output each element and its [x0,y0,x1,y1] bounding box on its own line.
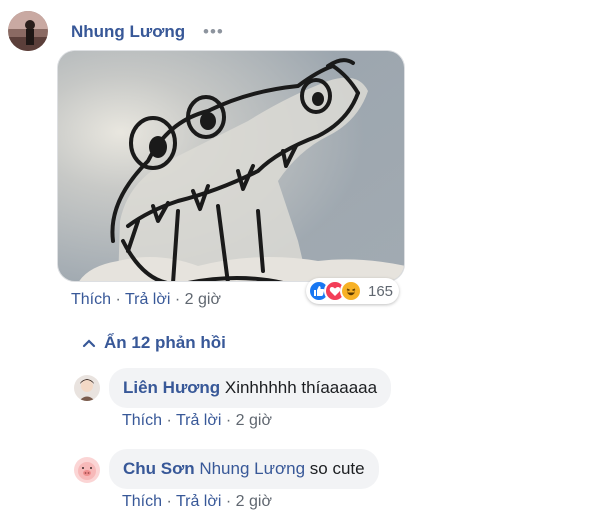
mention-tag[interactable]: Nhung Lương [199,459,305,478]
avatar-top-commenter[interactable] [8,11,48,51]
separator: · [225,412,232,429]
more-options-icon[interactable]: ••• [203,22,224,42]
reply-link[interactable]: Trả lời [176,493,221,510]
timestamp[interactable]: 2 giờ [236,412,272,429]
reply-bubble: Chu Sơn Nhung Lương so cute [109,449,379,489]
hide-replies-label: Ẩn 12 phản hồi [104,333,226,352]
reply-author[interactable]: Chu Sơn [123,459,195,478]
separator: · [166,412,172,429]
reply-link[interactable]: Trả lời [176,412,221,429]
reactions-summary[interactable]: 165 [306,278,400,304]
reply-text: so cute [309,459,365,478]
timestamp[interactable]: 2 giờ [185,291,221,308]
chevron-up-icon [82,339,96,348]
top-comment-author[interactable]: Nhung Lương [71,22,185,42]
haha-icon [340,280,362,302]
like-link[interactable]: Thích [122,412,162,429]
separator: · [166,493,172,510]
reply-actions: Thích · Trả lời · 2 giờ [122,412,272,430]
avatar-reply-2[interactable] [74,457,100,483]
separator: · [174,291,181,308]
like-link[interactable]: Thích [71,291,111,308]
comment-photo[interactable] [57,50,405,282]
hide-replies-toggle[interactable]: Ẩn 12 phản hồi [82,333,226,353]
top-comment-actions: Thích · Trả lời · 2 giờ [71,291,221,309]
reply-author[interactable]: Liên Hương [123,378,220,397]
separator: · [115,291,121,308]
timestamp[interactable]: 2 giờ [236,493,272,510]
like-link[interactable]: Thích [122,493,162,510]
reply-bubble: Liên Hương Xinhhhhh thíaaaaaa [109,368,392,408]
reply-text: Xinhhhhh thíaaaaaa [224,378,378,397]
reply-actions: Thích · Trả lời · 2 giờ [122,493,272,511]
reaction-count: 165 [368,282,394,300]
avatar-reply-1[interactable] [74,375,100,401]
reply-link[interactable]: Trả lời [125,291,170,308]
separator: · [225,493,232,510]
